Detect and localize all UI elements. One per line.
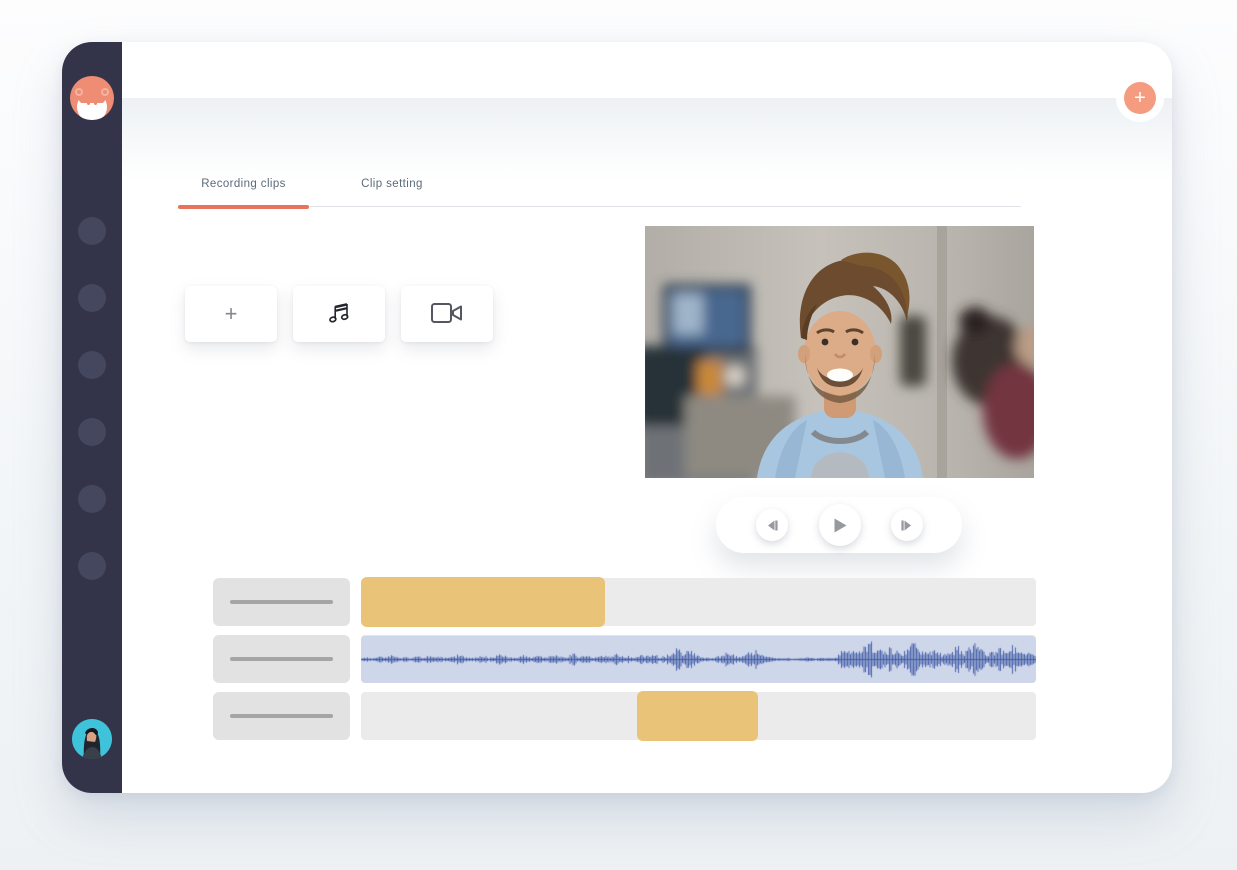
logo-eye-left [87,102,90,105]
track-row-track-1 [213,578,1036,626]
sidebar-nav [62,217,122,619]
track-lane-2[interactable] [361,635,1036,683]
video-preview[interactable] [645,226,1034,478]
video-camera-icon [429,300,465,329]
sidebar [62,42,122,793]
user-avatar[interactable] [72,719,112,759]
plus-icon: + [225,301,238,327]
clip-toolbar: + [185,286,493,342]
previous-frame-button[interactable] [756,509,788,541]
app-logo-monkey-icon[interactable] [70,76,114,120]
track-row-track-3 [213,692,1036,740]
preview-frame-image [645,226,1034,478]
add-clip-button[interactable]: + [185,286,277,342]
sidebar-nav-dot-6[interactable] [78,552,106,580]
timeline [213,578,1036,749]
track-row-track-2 [213,635,1036,683]
track-label-handle[interactable] [213,692,350,740]
next-frame-button[interactable] [891,509,923,541]
track-grip-line [230,600,333,604]
skip-back-icon [765,519,779,532]
add-music-button[interactable] [293,286,385,342]
track-grip-line [230,714,333,718]
tab-clip-setting[interactable]: Clip setting [331,164,453,206]
add-video-button[interactable] [401,286,493,342]
timeline-clip[interactable] [637,691,758,741]
play-button[interactable] [819,504,861,546]
sidebar-nav-dot-1[interactable] [78,217,106,245]
avatar-image [72,719,112,759]
logo-ear-right [101,88,109,96]
sidebar-nav-dot-3[interactable] [78,351,106,379]
logo-ear-left [75,88,83,96]
timeline-clip[interactable] [361,577,605,627]
skip-forward-icon [900,519,914,532]
track-lane-3[interactable] [361,692,1036,740]
track-lane-1[interactable] [361,578,1036,626]
audio-waveform[interactable] [361,636,1036,683]
track-label-handle[interactable] [213,578,350,626]
tab-bar: Recording clips Clip setting [178,164,1021,207]
app-window: + Recording clips Clip setting + [62,42,1172,793]
sidebar-nav-dot-2[interactable] [78,284,106,312]
transport-bar [716,497,962,553]
track-label-handle[interactable] [213,635,350,683]
sidebar-nav-dot-4[interactable] [78,418,106,446]
music-note-icon [325,299,353,330]
tab-recording-clips[interactable]: Recording clips [178,164,309,206]
main-area: + Recording clips Clip setting + [122,42,1172,793]
track-grip-line [230,657,333,661]
add-fab-button[interactable]: + [1124,82,1156,114]
sidebar-nav-dot-5[interactable] [78,485,106,513]
play-icon [832,517,848,534]
logo-eye-right [94,102,97,105]
